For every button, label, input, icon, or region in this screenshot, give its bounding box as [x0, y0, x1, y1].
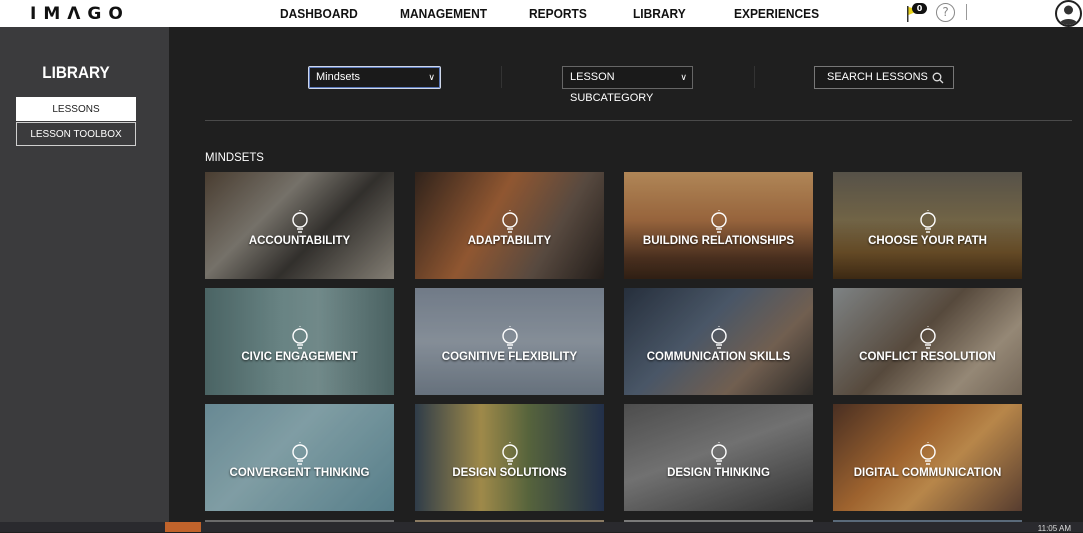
- lesson-card-label: CIVIC ENGAGEMENT: [241, 351, 358, 363]
- lesson-card[interactable]: ADAPTABILITY: [415, 172, 604, 279]
- sidebar-title: LIBRARY: [42, 63, 110, 82]
- nav-management[interactable]: MANAGEMENT: [400, 6, 487, 21]
- lightbulb-icon: [291, 210, 308, 233]
- nav-experiences[interactable]: EXPERIENCES: [734, 6, 819, 21]
- chevron-down-icon: ∨: [680, 72, 687, 82]
- chevron-down-icon: ∨: [428, 72, 435, 82]
- search-icon[interactable]: [932, 72, 944, 84]
- lightbulb-icon: [919, 210, 936, 233]
- lightbulb-icon: [501, 326, 518, 349]
- lesson-card-label: DIGITAL COMMUNICATION: [853, 467, 1002, 479]
- header-divider: [966, 4, 967, 20]
- lesson-card[interactable]: CHOOSE YOUR PATH: [833, 172, 1022, 279]
- nav-dashboard[interactable]: DASHBOARD: [280, 6, 358, 21]
- lightbulb-icon: [919, 326, 936, 349]
- imago-logo[interactable]: IMΛGO: [30, 4, 130, 24]
- subcategory-select-value: LESSON SUBCATEGORY: [570, 71, 654, 104]
- lesson-card[interactable]: COGNITIVE FLEXIBILITY: [415, 288, 604, 395]
- lesson-card-label: ADAPTABILITY: [467, 235, 552, 247]
- section-title-mindsets: MINDSETS: [205, 150, 264, 164]
- sidebar-item-lessons[interactable]: LESSONS: [16, 97, 136, 121]
- filter-divider-line: [205, 120, 1072, 121]
- lesson-card[interactable]: BUILDING RELATIONSHIPS: [624, 172, 813, 279]
- lesson-card-label: BUILDING RELATIONSHIPS: [642, 235, 795, 247]
- lesson-card[interactable]: DIGITAL COMMUNICATION: [833, 404, 1022, 511]
- category-select[interactable]: Mindsets ∨: [308, 66, 441, 89]
- lesson-card-label: DESIGN SOLUTIONS: [452, 467, 567, 479]
- lesson-card[interactable]: CIVIC ENGAGEMENT: [205, 288, 394, 395]
- lesson-card-label: COMMUNICATION SKILLS: [646, 351, 791, 363]
- filter-divider: [754, 66, 755, 88]
- filter-divider: [501, 66, 502, 88]
- lesson-card[interactable]: COMMUNICATION SKILLS: [624, 288, 813, 395]
- lesson-card-label: ACCOUNTABILITY: [248, 235, 351, 247]
- nav-reports[interactable]: REPORTS: [529, 6, 587, 21]
- lightbulb-icon: [710, 210, 727, 233]
- search-placeholder: SEARCH LESSONS: [827, 71, 928, 83]
- lesson-card-label: CONFLICT RESOLUTION: [859, 351, 996, 363]
- lesson-card-label: DESIGN THINKING: [667, 467, 770, 479]
- lesson-card[interactable]: ACCOUNTABILITY: [205, 172, 394, 279]
- sidebar: LIBRARY LESSONS LESSON TOOLBOX: [0, 27, 169, 532]
- lightbulb-icon: [501, 210, 518, 233]
- lesson-card[interactable]: DESIGN SOLUTIONS: [415, 404, 604, 511]
- lightbulb-icon: [291, 442, 308, 465]
- help-icon[interactable]: ?: [936, 3, 955, 22]
- notification-count-badge: 0: [912, 3, 927, 14]
- lesson-card-label: COGNITIVE FLEXIBILITY: [441, 351, 578, 363]
- lightbulb-icon: [919, 442, 936, 465]
- user-silhouette-icon: [1059, 5, 1078, 25]
- lesson-card[interactable]: CONFLICT RESOLUTION: [833, 288, 1022, 395]
- lightbulb-icon: [710, 442, 727, 465]
- top-navigation-bar: IMΛGO DASHBOARD MANAGEMENT REPORTS LIBRA…: [0, 0, 1083, 27]
- search-lessons-input[interactable]: SEARCH LESSONS: [814, 66, 954, 89]
- lesson-card[interactable]: CONVERGENT THINKING: [205, 404, 394, 511]
- lightbulb-icon: [501, 442, 518, 465]
- category-select-value: Mindsets: [316, 71, 361, 83]
- subcategory-select[interactable]: LESSON SUBCATEGORY ∨: [562, 66, 693, 104]
- taskbar-app-icon[interactable]: [165, 522, 201, 532]
- nav-library[interactable]: LIBRARY: [633, 6, 686, 21]
- os-taskbar: [0, 522, 1083, 532]
- lightbulb-icon: [291, 326, 308, 349]
- lightbulb-icon: [710, 326, 727, 349]
- lesson-card-label: CHOOSE YOUR PATH: [868, 235, 987, 247]
- lesson-card-label: CONVERGENT THINKING: [229, 467, 370, 479]
- lesson-card[interactable]: DESIGN THINKING: [624, 404, 813, 511]
- sidebar-item-lesson-toolbox[interactable]: LESSON TOOLBOX: [16, 122, 136, 146]
- user-avatar[interactable]: [1055, 0, 1082, 27]
